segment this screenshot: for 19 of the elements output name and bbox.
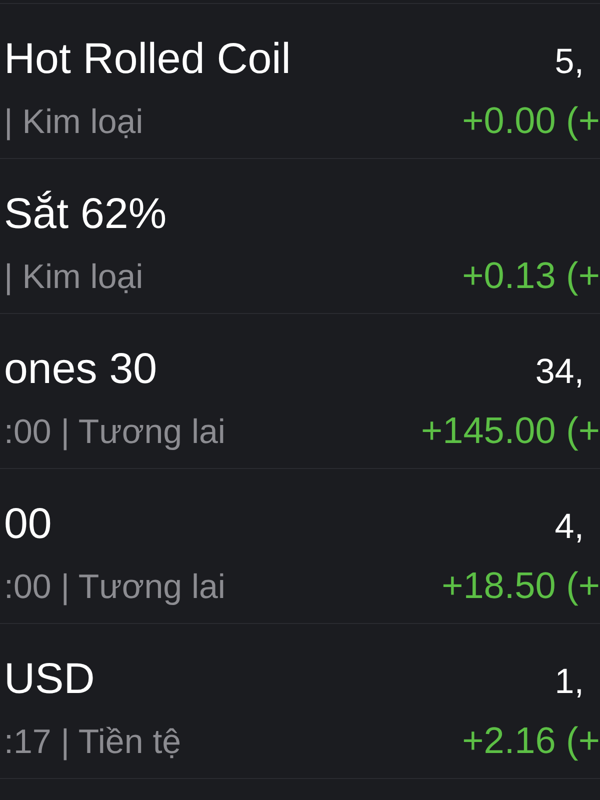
instrument-info: :00 | Tương lai bbox=[4, 567, 226, 608]
instrument-name: Sắt 62% bbox=[4, 189, 167, 240]
price-change: +2.16 (+ bbox=[462, 719, 600, 763]
price-value: 34, bbox=[535, 351, 585, 393]
instrument-name: 00 bbox=[4, 499, 52, 550]
price-value: 5, bbox=[554, 41, 585, 83]
instrument-name: Hot Rolled Coil bbox=[4, 34, 291, 85]
instrument-info: | Kim loại bbox=[4, 257, 144, 298]
price-change: +0.13 (+ bbox=[462, 254, 600, 298]
instrument-info: :17 | Tiền tệ bbox=[4, 722, 182, 763]
price-value: 4, bbox=[554, 506, 585, 548]
instrument-name: ones 30 bbox=[4, 344, 158, 395]
price-change: +0.00 (+ bbox=[462, 99, 600, 143]
price-value: 1, bbox=[554, 661, 585, 703]
price-change: +18.50 (+ bbox=[442, 564, 600, 608]
instrument-info: :00 | Tương lai bbox=[4, 412, 226, 453]
instrument-name: USD bbox=[4, 654, 95, 705]
price-change: +145.00 (+ bbox=[421, 409, 600, 453]
instrument-info: | Kim loại bbox=[4, 102, 144, 143]
